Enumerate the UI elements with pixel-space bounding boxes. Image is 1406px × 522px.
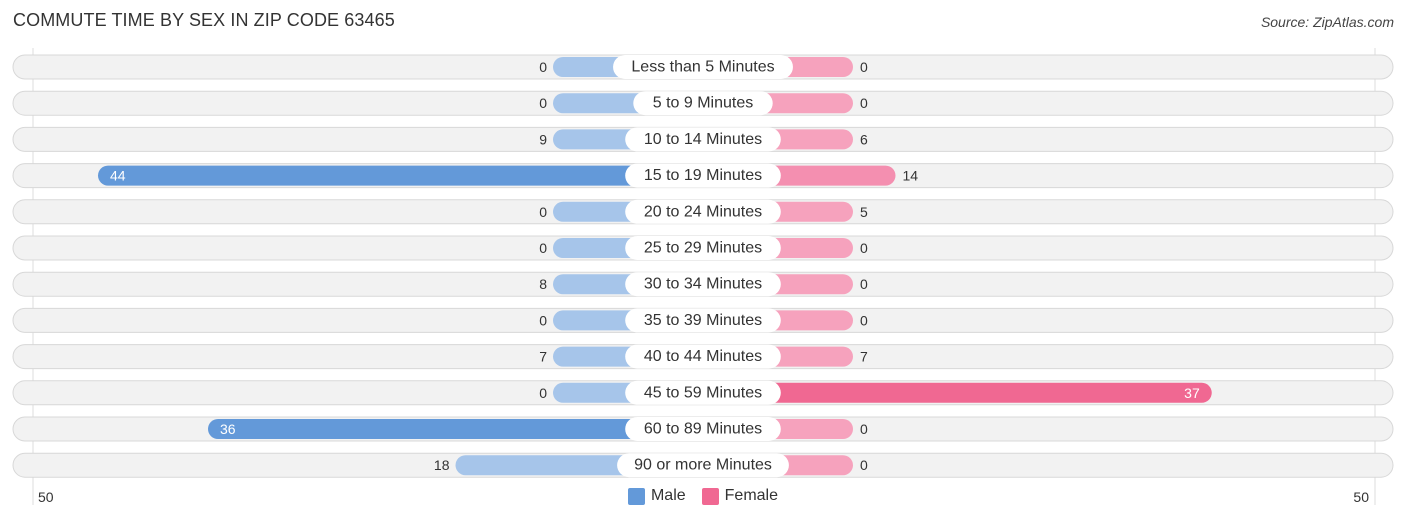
female-value-label: 0: [860, 276, 868, 292]
male-value-label: 18: [434, 457, 450, 473]
female-value-label: 0: [860, 240, 868, 256]
male-value-label: 7: [539, 349, 547, 365]
chart-row: 45 to 59 Minutes 0 37: [12, 380, 1394, 406]
category-label: 60 to 89 Minutes: [644, 421, 762, 438]
male-value-label: 0: [539, 240, 547, 256]
chart-row: 5 to 9 Minutes 0 0: [12, 90, 1394, 116]
female-value-label: 0: [860, 421, 868, 437]
female-value-label: 0: [860, 59, 868, 75]
female-value-label: 5: [860, 204, 868, 220]
chart-row: 90 or more Minutes 18 0: [12, 452, 1394, 478]
male-value-label: 44: [110, 168, 126, 184]
category-label: Less than 5 Minutes: [631, 59, 774, 76]
female-value-label: 7: [860, 349, 868, 365]
female-value-label: 6: [860, 131, 868, 147]
category-label: 25 to 29 Minutes: [644, 240, 762, 257]
chart-row: 15 to 19 Minutes 44 14: [12, 163, 1394, 189]
category-label: 45 to 59 Minutes: [644, 384, 762, 401]
chart-row: 35 to 39 Minutes 0 0: [12, 307, 1394, 333]
category-label: 40 to 44 Minutes: [644, 348, 762, 365]
male-value-label: 9: [539, 131, 547, 147]
female-value-label: 14: [903, 168, 919, 184]
category-label: 90 or more Minutes: [634, 457, 772, 474]
legend-label-male: Male: [650, 487, 686, 504]
male-bar: [98, 165, 703, 186]
chart-canvas: Less than 5 Minutes 0 0 5 to 9 Minutes 0 0 10 …: [12, 48, 1394, 505]
chart-row: 10 to 14 Minutes 9 6: [12, 126, 1394, 152]
category-label: 15 to 19 Minutes: [644, 167, 762, 184]
male-value-label: 0: [539, 59, 547, 75]
legend: Male Female: [0, 487, 1406, 505]
male-value-label: 0: [539, 95, 547, 111]
male-value-label: 0: [539, 312, 547, 328]
chart-row: Less than 5 Minutes 0 0: [12, 54, 1394, 80]
female-value-label: 37: [1184, 385, 1200, 401]
chart-row: 20 to 24 Minutes 0 5: [12, 199, 1394, 225]
female-value-label: 0: [860, 95, 868, 111]
chart-row: 30 to 34 Minutes 8 0: [12, 271, 1394, 297]
category-label: 10 to 14 Minutes: [644, 131, 762, 148]
category-label: 35 to 39 Minutes: [644, 312, 762, 329]
chart-row: 25 to 29 Minutes 0 0: [12, 235, 1394, 261]
category-label: 5 to 9 Minutes: [653, 95, 754, 112]
male-value-label: 8: [539, 276, 547, 292]
male-value-label: 0: [539, 385, 547, 401]
category-label: 20 to 24 Minutes: [644, 203, 762, 220]
legend-item-male: Male: [627, 487, 686, 505]
male-value-label: 36: [220, 421, 236, 437]
chart-row: 40 to 44 Minutes 7 7: [12, 344, 1394, 370]
chart-row: 60 to 89 Minutes 36 0: [12, 416, 1394, 442]
legend-item-female: Female: [701, 487, 779, 505]
female-value-label: 0: [860, 457, 868, 473]
male-value-label: 0: [539, 204, 547, 220]
female-value-label: 0: [860, 312, 868, 328]
female-swatch: [701, 487, 719, 505]
legend-label-female: Female: [724, 487, 779, 504]
male-swatch: [627, 487, 645, 505]
category-label: 30 to 34 Minutes: [644, 276, 762, 293]
